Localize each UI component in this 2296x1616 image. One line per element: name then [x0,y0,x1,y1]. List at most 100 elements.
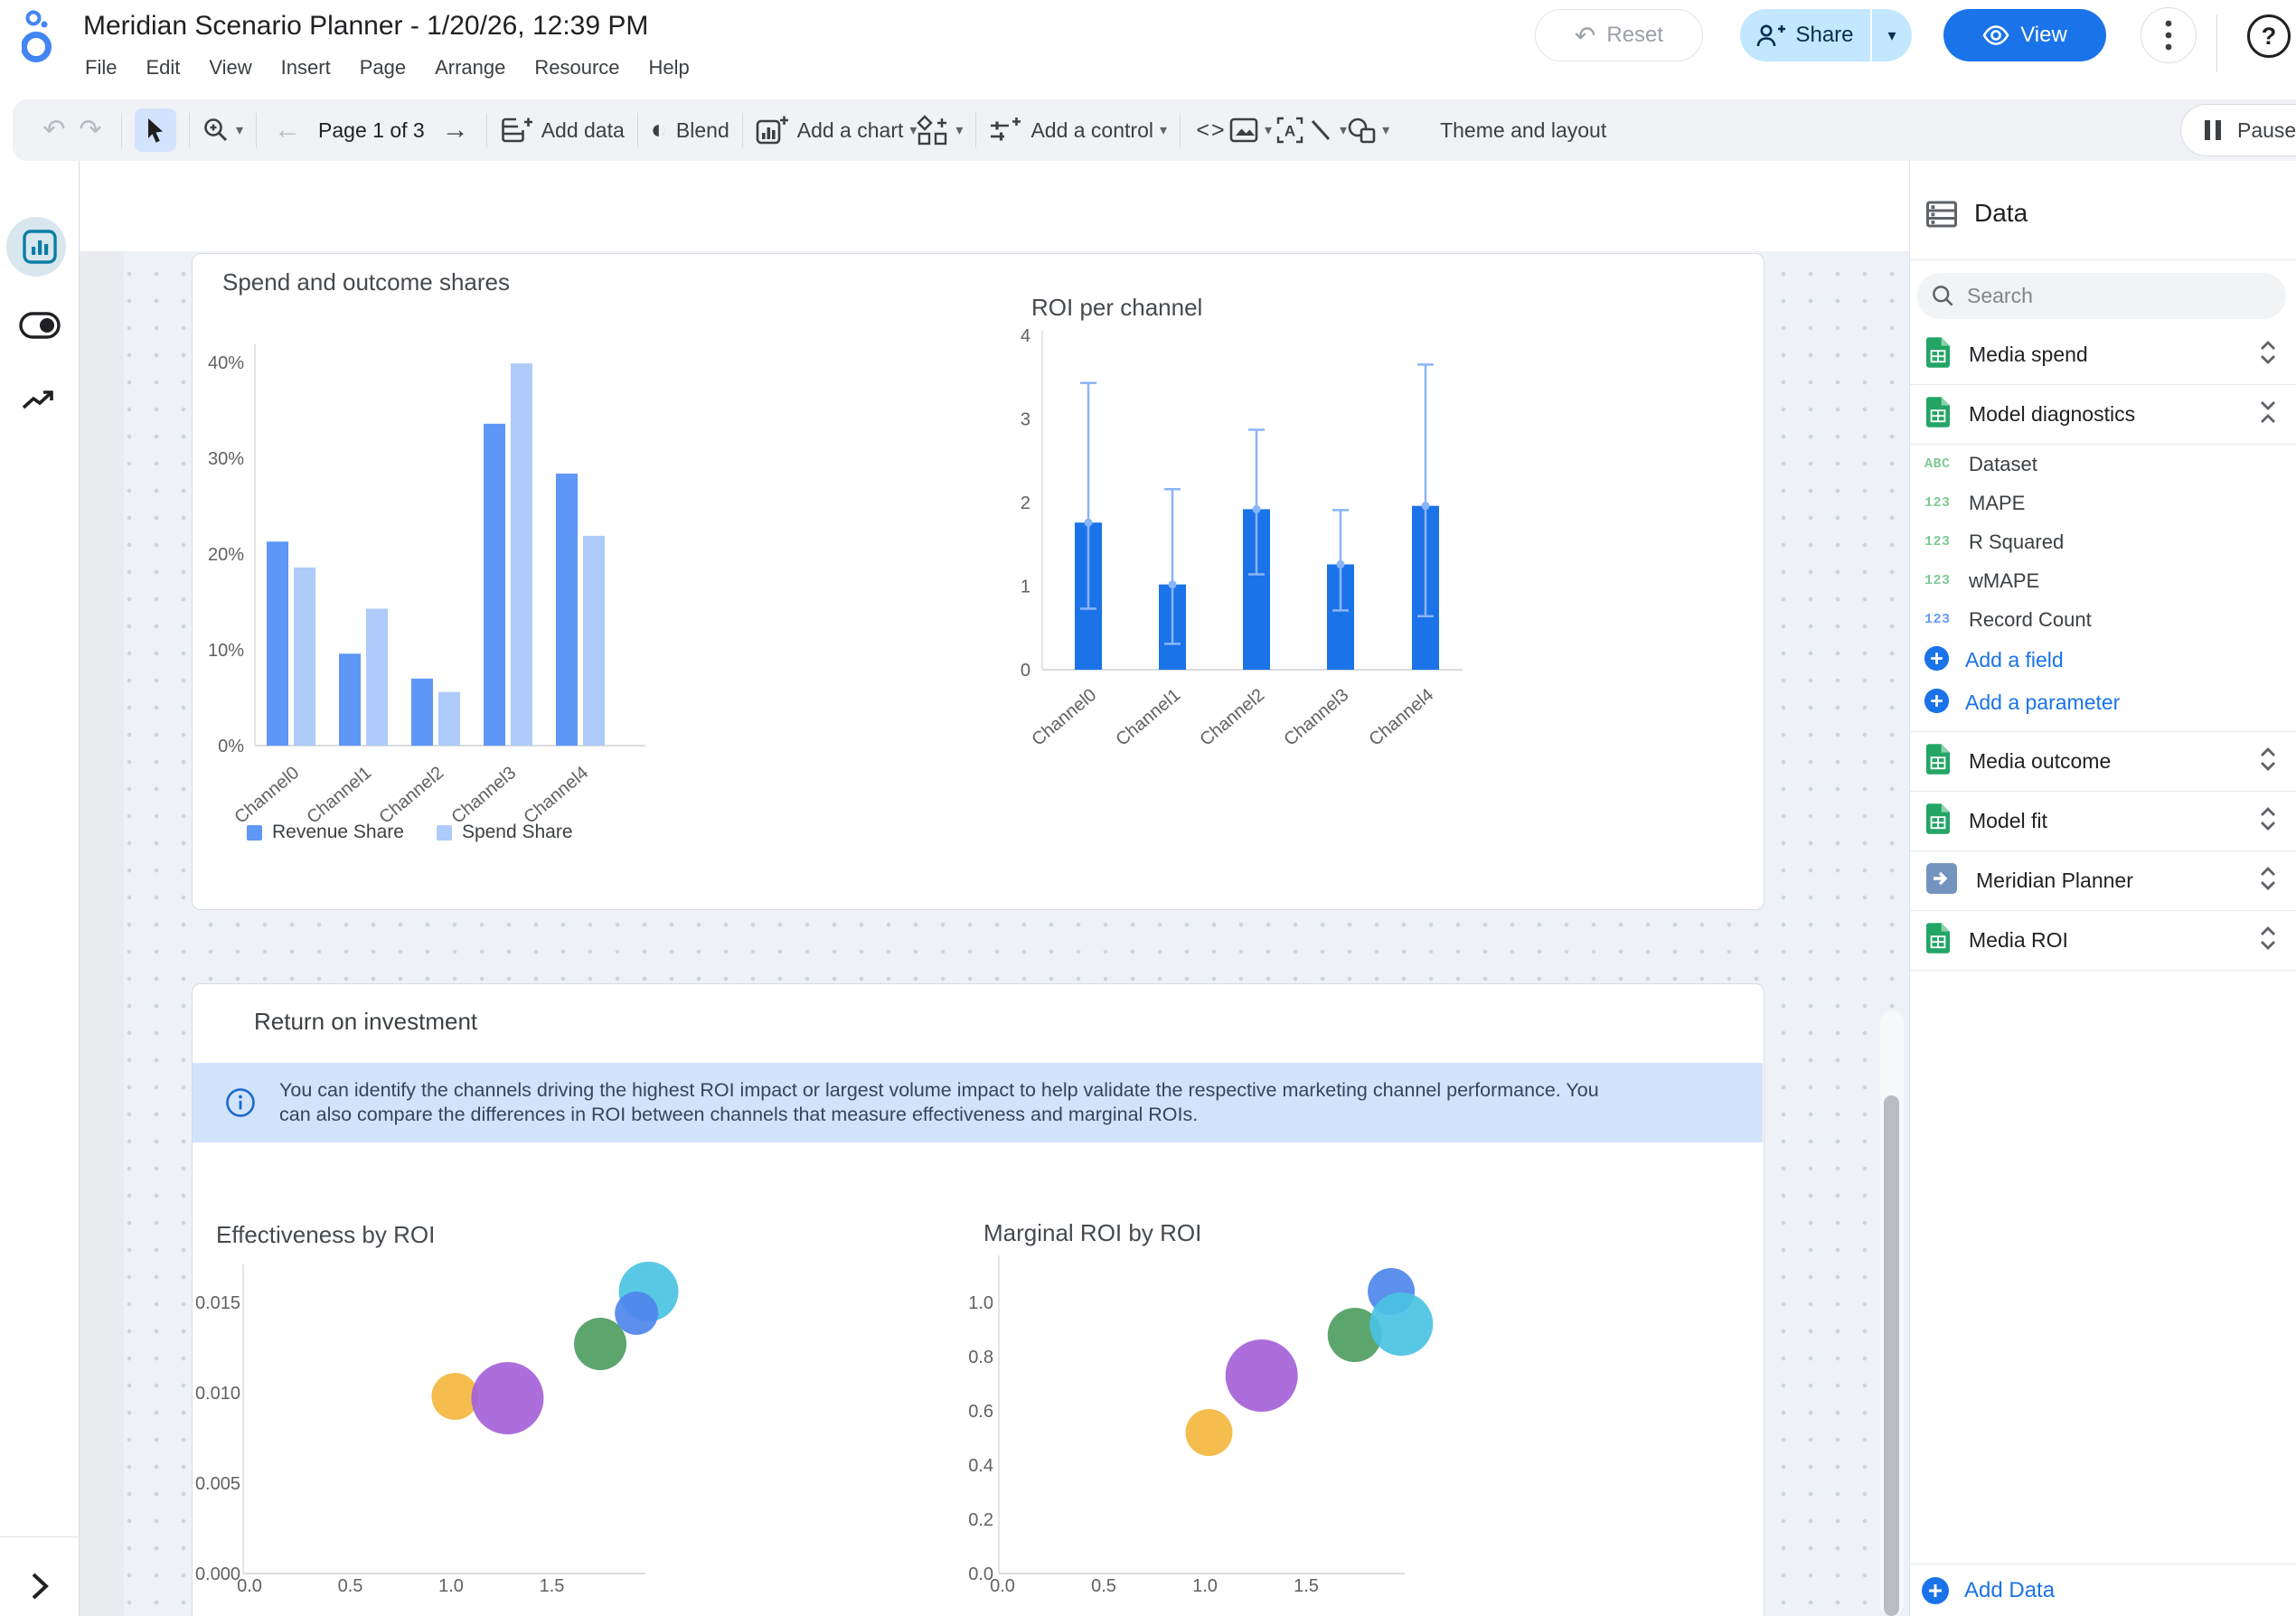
trends-tool[interactable] [4,367,76,434]
bubble-charts-svg: 0.0000.0050.0100.0150.00.51.01.50.00.20.… [193,984,1763,1616]
legend-swatch [437,825,452,841]
add-text-button[interactable]: A [1272,108,1308,152]
reset-button[interactable]: ↶ Reset [1535,9,1703,61]
chevron-right-icon [29,1570,51,1602]
expand-icon[interactable] [2258,805,2278,837]
expand-rail-button[interactable] [4,1553,76,1616]
data-source-media-outcome[interactable]: Media outcome [1910,732,2296,792]
bar-spend-Channel4[interactable] [583,536,605,746]
add-data-button[interactable]: Add data [500,108,625,152]
previous-page-button[interactable]: ← [269,108,306,152]
help-button[interactable]: ? [2247,14,2291,58]
community-visualizations-button[interactable]: ▾ [917,108,963,152]
undo-button[interactable]: ↶ [36,108,72,152]
caret-down-icon: ▾ [909,121,917,139]
menu-help[interactable]: Help [635,51,704,85]
toolbar-divider [486,113,487,147]
select-tool-button[interactable] [135,108,176,152]
bar-revenue-Channel4[interactable] [556,474,578,746]
data-source-media-roi[interactable]: Media ROI [1910,911,2296,971]
add-a-field-button[interactable]: Add a field [1910,639,2296,681]
left-rail [0,161,80,1616]
menu-insert[interactable]: Insert [267,51,345,85]
bar-revenue-Channel3[interactable] [484,424,505,746]
page-indicator[interactable]: Page 1 of 3 [318,118,425,143]
bubble-marginal-roi-by-roi-1[interactable] [1226,1339,1298,1412]
controls-tool[interactable] [4,292,76,359]
field-r-squared[interactable]: 123R Squared [1910,522,2296,561]
caret-down-icon: ▾ [1265,121,1272,139]
add-a-parameter-button[interactable]: Add a parameter [1910,681,2296,724]
bar-revenue-Channel0[interactable] [267,541,288,746]
menu-arrange[interactable]: Arrange [420,51,520,85]
bubble-marginal-roi-by-roi-0[interactable] [1185,1409,1232,1456]
bubble-effectiveness-by-roi-2[interactable] [574,1318,626,1370]
pause-updates-label: Pause updates [2237,118,2296,143]
menu-edit[interactable]: Edit [131,51,194,85]
more-options-button[interactable] [2141,7,2197,63]
menu-file[interactable]: File [71,51,131,85]
bar-spend-Channel1[interactable] [366,608,388,746]
expand-icon[interactable] [2258,865,2278,897]
expand-icon[interactable] [2258,339,2278,371]
add-chart-button[interactable]: Add a chart ▾ [756,108,917,152]
bar-revenue-Channel1[interactable] [339,653,361,746]
charts-card-top[interactable]: Spend and outcome shares ROI per channel… [192,253,1764,910]
bar-spend-Channel3[interactable] [511,363,532,746]
bar-spend-Channel2[interactable] [438,692,460,746]
expand-icon[interactable] [2258,746,2278,777]
embed-url-button[interactable]: <> [1193,108,1229,152]
collapse-icon[interactable] [2258,399,2278,430]
view-button[interactable]: View [1943,9,2106,61]
field-dataset[interactable]: ABCDataset [1910,445,2296,484]
theme-and-layout-button[interactable]: Theme and layout [1440,118,1606,143]
cursor-icon [145,117,166,144]
report-canvas[interactable]: Spend and outcome shares ROI per channel… [80,251,1909,1616]
share-dropdown-caret[interactable]: ▾ [1870,9,1912,61]
canvas-scrollbar-thumb[interactable] [1884,1095,1899,1616]
legend-item-spend-share[interactable]: Spend Share [437,822,573,843]
data-source-media-spend[interactable]: Media spend [1910,325,2296,385]
search-input[interactable] [1967,284,2238,308]
document-title[interactable]: Meridian Scenario Planner - 1/20/26, 12:… [83,11,648,42]
menu-page[interactable]: Page [345,51,420,85]
legend-item-revenue-share[interactable]: Revenue Share [247,822,404,843]
charts-card-roi[interactable]: Return on investment You can identify th… [192,983,1764,1616]
caret-down-icon: ▾ [955,121,963,139]
menu-view[interactable]: View [194,51,266,85]
search-box[interactable] [1917,273,2286,319]
data-panel-icon [1925,198,1958,230]
field-mape[interactable]: 123MAPE [1910,484,2296,522]
field-wmape[interactable]: 123wMAPE [1910,561,2296,600]
add-image-button[interactable]: ▾ [1229,108,1272,152]
bubble-marginal-roi-by-roi-4[interactable] [1369,1292,1433,1356]
zoom-tool-button[interactable]: ▾ [202,108,243,152]
data-source-model-diagnostics[interactable]: Model diagnostics [1910,385,2296,445]
share-button[interactable]: Share [1740,9,1870,61]
bubble-effectiveness-by-roi-4[interactable] [615,1292,658,1335]
add-shape-button[interactable]: ▾ [1347,108,1389,152]
add-data-bottom-button[interactable]: Add Data [1910,1564,2296,1616]
svg-text:30%: 30% [208,449,244,469]
bar-spend-Channel0[interactable] [294,568,315,746]
menu-resource[interactable]: Resource [520,51,634,85]
data-source-model-fit[interactable]: Model fit [1910,792,2296,851]
add-control-button[interactable]: Add a control ▾ [989,108,1167,152]
next-page-button[interactable]: → [438,108,474,152]
add-line-button[interactable]: ▾ [1308,108,1347,152]
toolbar-divider [975,113,976,147]
svg-text:1.5: 1.5 [1294,1576,1319,1596]
data-source-meridian-planner[interactable]: Meridian Planner [1910,851,2296,911]
toggle-icon [19,312,61,339]
redo-button[interactable]: ↷ [72,108,108,152]
blend-icon: ◐ [651,117,667,144]
report-view-tool[interactable] [4,213,76,280]
svg-text:0.0: 0.0 [990,1576,1015,1596]
rail-divider [0,1536,80,1537]
pause-updates-button[interactable]: Pause updates [2180,104,2296,156]
expand-icon[interactable] [2258,925,2278,956]
bubble-effectiveness-by-roi-1[interactable] [471,1362,543,1434]
field-record-count[interactable]: 123Record Count [1910,600,2296,639]
blend-button[interactable]: ◐ Blend [651,108,729,152]
bar-revenue-Channel2[interactable] [411,679,433,746]
